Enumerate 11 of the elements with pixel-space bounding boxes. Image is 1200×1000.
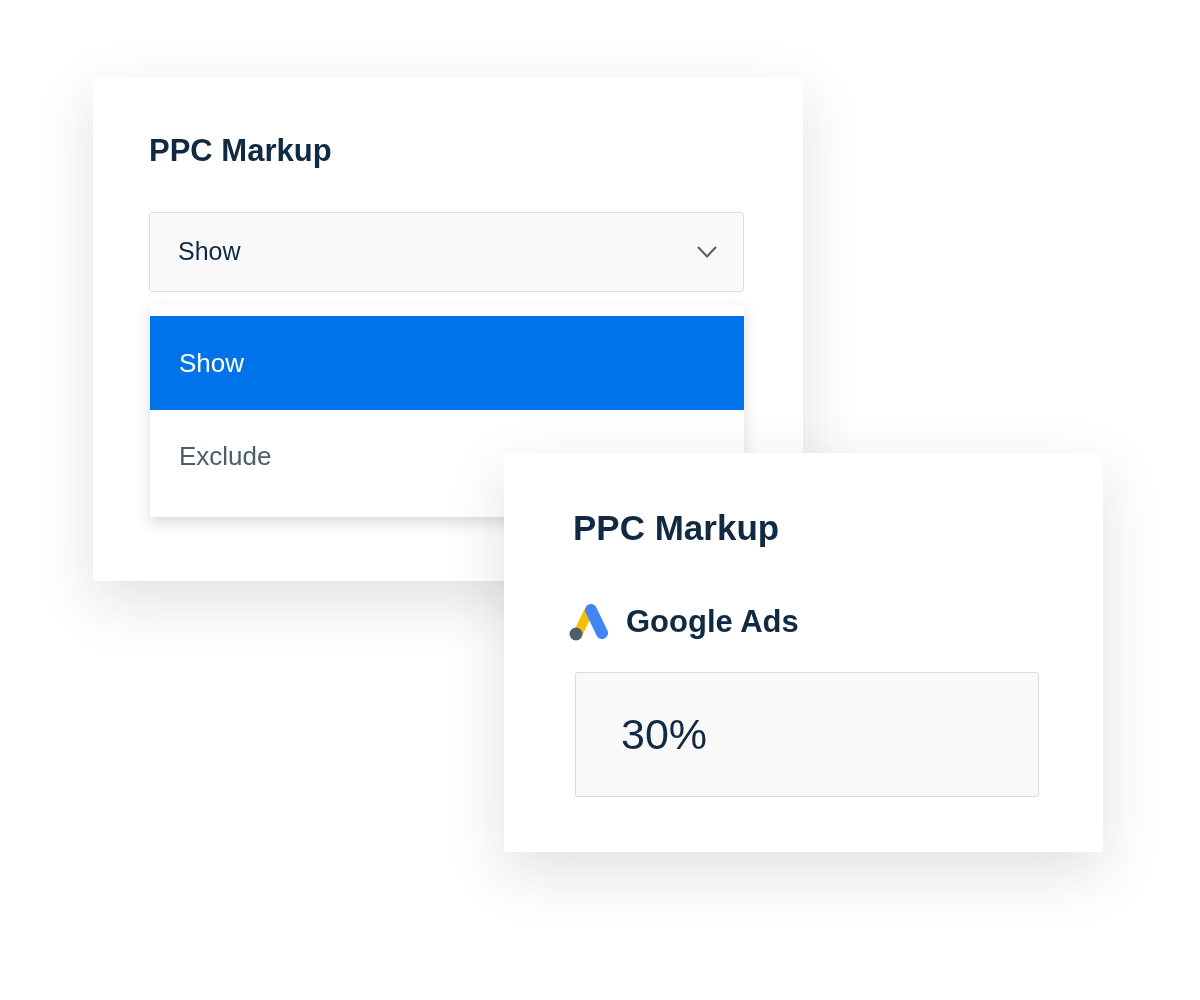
platform-label: Google Ads bbox=[626, 603, 799, 641]
markup-input-field[interactable]: 30% bbox=[575, 671, 1039, 797]
menu-option[interactable]: Exclude bbox=[179, 436, 272, 476]
input-value: 30% bbox=[621, 708, 708, 760]
card-title: PPC Markup bbox=[573, 507, 780, 549]
card-title: PPC Markup bbox=[149, 132, 332, 170]
select-field[interactable]: Show bbox=[149, 212, 744, 292]
chevron-down-icon bbox=[697, 246, 717, 258]
menu-option[interactable]: Show bbox=[150, 316, 744, 410]
google-ads-icon bbox=[569, 603, 609, 642]
select-value: Show bbox=[178, 236, 241, 268]
